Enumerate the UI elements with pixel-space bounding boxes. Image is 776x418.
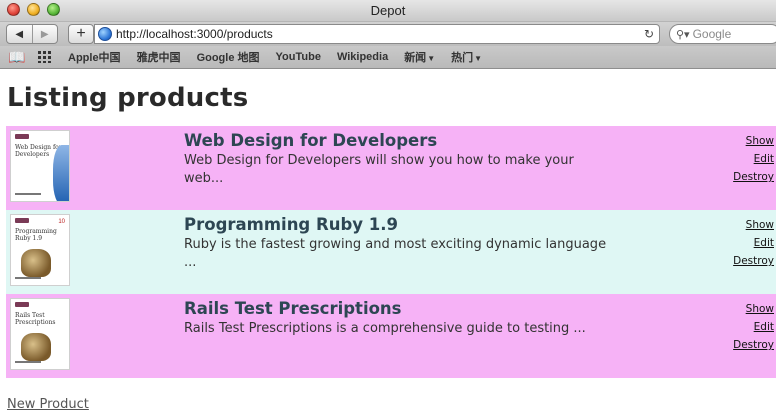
edit-link[interactable]: Edit	[656, 234, 774, 252]
bookmarks-bar: 📖 Apple中国 雅虎中国 Google 地图 YouTube Wikiped…	[0, 46, 776, 69]
add-bookmark-button[interactable]: +	[68, 24, 94, 44]
page-content: Listing products Web Design for Develope…	[0, 69, 776, 412]
cover-title: Programming Ruby 1.9	[15, 228, 57, 242]
forward-button[interactable]: ▶	[31, 25, 58, 43]
product-description: Ruby is the fastest growing and most exc…	[184, 236, 629, 272]
publisher-logo-icon	[15, 134, 29, 139]
product-actions: Show Edit Destroy	[656, 126, 776, 210]
product-image-cell: 10 Programming Ruby 1.9	[6, 210, 184, 294]
edit-link[interactable]: Edit	[656, 150, 774, 168]
product-row: 10 Programming Ruby 1.9 Programming Ruby…	[6, 210, 776, 294]
product-description: Web Design for Developers will show you …	[184, 152, 629, 188]
products-table: Web Design for Developers Web Design for…	[6, 126, 776, 378]
cover-edition-number: 10	[58, 219, 65, 225]
product-description-line: Rails Test Prescriptions is a comprehens…	[184, 321, 586, 336]
nav-buttons: ◀ ▶	[6, 24, 58, 44]
reload-icon[interactable]: ↻	[644, 27, 654, 41]
destroy-link[interactable]: Destroy	[656, 252, 774, 270]
show-link[interactable]: Show	[656, 300, 774, 318]
book-cover-image: Rails Test Prescriptions	[10, 298, 70, 370]
cover-author-line	[15, 277, 41, 279]
product-image-cell: Web Design for Developers	[6, 126, 184, 210]
product-actions: Show Edit Destroy	[656, 210, 776, 294]
product-row: Web Design for Developers Web Design for…	[6, 126, 776, 210]
cover-swoosh-graphic	[53, 145, 69, 201]
page-title: Listing products	[7, 83, 249, 113]
bookmark-news-folder[interactable]: 新闻▼	[404, 49, 435, 65]
product-description-line: web...	[184, 171, 224, 186]
search-field[interactable]: ⚲▾ Google	[669, 24, 776, 44]
product-row: Rails Test Prescriptions Rails Test Pres…	[6, 294, 776, 378]
chevron-down-icon: ▼	[427, 54, 436, 63]
bookmark-popular-label: 热门	[451, 52, 474, 64]
book-cover-image: Web Design for Developers	[10, 130, 70, 202]
search-icon: ⚲▾	[676, 27, 690, 41]
cover-illustration	[21, 249, 51, 277]
cover-author-line	[15, 361, 41, 363]
window-titlebar: Depot	[0, 0, 776, 22]
product-description-line: Ruby is the fastest growing and most exc…	[184, 237, 607, 252]
product-title: Rails Test Prescriptions	[184, 299, 402, 318]
address-bar[interactable]: http://localhost:3000/products ↻	[94, 24, 660, 44]
publisher-logo-icon	[15, 302, 29, 307]
product-description: Rails Test Prescriptions is a comprehens…	[184, 320, 629, 338]
new-product-link[interactable]: New Product	[7, 397, 89, 412]
top-sites-grid-icon[interactable]	[38, 51, 54, 63]
browser-toolbar: ◀ ▶ + http://localhost:3000/products ↻ ⚲…	[0, 22, 776, 46]
product-description-cell: Web Design for Developers Web Design for…	[184, 126, 656, 210]
bookmark-news-label: 新闻	[404, 52, 427, 64]
chevron-down-icon: ▼	[474, 54, 483, 63]
product-description-line: Web Design for Developers will show you …	[184, 153, 574, 168]
globe-icon	[98, 27, 112, 41]
bookmark-apple-cn[interactable]: Apple中国	[68, 49, 121, 65]
bookmarks-book-icon[interactable]: 📖	[8, 49, 26, 66]
product-title: Web Design for Developers	[184, 131, 438, 150]
show-link[interactable]: Show	[656, 132, 774, 150]
url-text[interactable]: http://localhost:3000/products	[116, 27, 644, 41]
edit-link[interactable]: Edit	[656, 318, 774, 336]
back-button[interactable]: ◀	[7, 25, 32, 43]
product-actions: Show Edit Destroy	[656, 294, 776, 378]
bookmark-yahoo-cn[interactable]: 雅虎中国	[137, 49, 181, 65]
destroy-link[interactable]: Destroy	[656, 336, 774, 354]
product-description-cell: Rails Test Prescriptions Rails Test Pres…	[184, 294, 656, 378]
bookmark-popular-folder[interactable]: 热门▼	[451, 49, 482, 65]
book-cover-image: 10 Programming Ruby 1.9	[10, 214, 70, 286]
cover-author-line	[15, 193, 41, 195]
search-placeholder: Google	[692, 27, 732, 41]
cover-illustration	[21, 333, 51, 361]
bookmark-youtube[interactable]: YouTube	[276, 51, 321, 63]
publisher-logo-icon	[15, 218, 29, 223]
cover-title: Rails Test Prescriptions	[15, 312, 56, 326]
product-image-cell: Rails Test Prescriptions	[6, 294, 184, 378]
destroy-link[interactable]: Destroy	[656, 168, 774, 186]
product-title: Programming Ruby 1.9	[184, 215, 398, 234]
show-link[interactable]: Show	[656, 216, 774, 234]
product-description-line: ...	[184, 255, 197, 270]
window-title: Depot	[370, 3, 406, 18]
bookmark-google-maps[interactable]: Google 地图	[197, 49, 260, 65]
bookmark-wikipedia[interactable]: Wikipedia	[337, 51, 388, 63]
product-description-cell: Programming Ruby 1.9 Ruby is the fastest…	[184, 210, 656, 294]
